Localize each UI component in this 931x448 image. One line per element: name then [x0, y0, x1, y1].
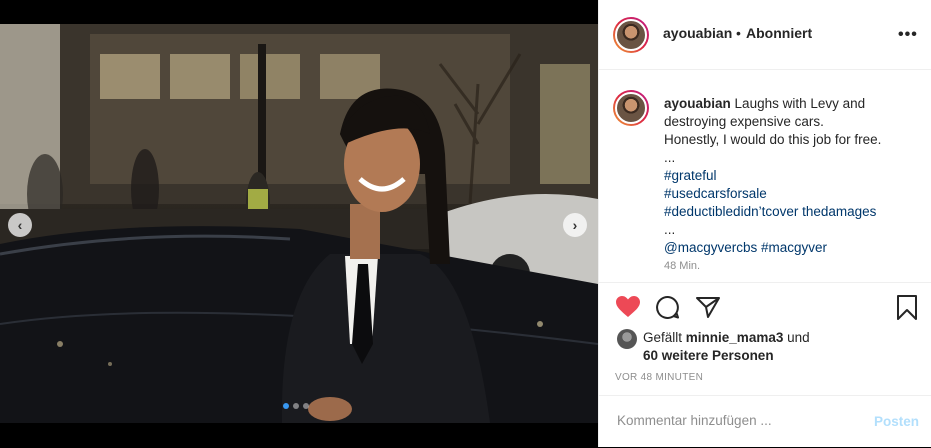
heart-filled-icon[interactable]	[615, 295, 641, 324]
caption-username[interactable]: ayouabian	[664, 96, 731, 111]
author-username[interactable]: ayouabian	[663, 25, 732, 41]
avatar-image	[615, 92, 647, 124]
follow-status[interactable]: Abonniert	[746, 25, 812, 41]
post-header: ayouabian • Abonniert •••	[599, 0, 931, 70]
post-actions: Gefällt minnie_mama3 und 60 weitere Pers…	[599, 282, 931, 447]
header-separator: •	[736, 25, 741, 41]
comment-form: Posten	[599, 395, 931, 448]
likes-prefix: Gefällt	[643, 330, 683, 345]
carousel-prev-button[interactable]: ‹	[8, 213, 32, 237]
author-avatar[interactable]	[613, 17, 649, 53]
caption-line: Honestly, I would do this job for free.	[664, 132, 882, 147]
caption-section: ayouabian Laughs with Levy and destroyin…	[599, 70, 931, 282]
post-timestamp: VOR 48 MINUTEN	[615, 372, 704, 383]
carousel-dot	[283, 403, 289, 409]
caption-timestamp: 48 Min.	[664, 260, 701, 272]
bookmark-icon[interactable]	[896, 295, 918, 326]
carousel-dot	[303, 403, 309, 409]
liker-avatar[interactable]	[617, 329, 637, 349]
paper-plane-icon[interactable]	[695, 295, 721, 324]
caption-text: ayouabian Laughs with Levy and destroyin…	[664, 95, 919, 275]
post-comment-button[interactable]: Posten	[874, 414, 919, 429]
comment-input[interactable]	[615, 412, 859, 429]
post-photo[interactable]	[0, 24, 598, 423]
chevron-right-icon: ›	[572, 217, 578, 233]
photo-illustration	[0, 24, 598, 423]
likes-connector: und	[787, 330, 810, 345]
likes-others-link[interactable]: 60 weitere Personen	[643, 348, 774, 363]
caption-line: ...	[664, 222, 676, 237]
carousel-indicator	[283, 403, 309, 409]
chevron-left-icon: ‹	[17, 217, 23, 233]
avatar-image	[615, 19, 647, 51]
liker-username[interactable]: minnie_mama3	[686, 330, 784, 345]
post-side-panel: ayouabian • Abonniert ••• ayouabian Laug…	[598, 0, 931, 447]
likes-text: Gefällt minnie_mama3 und 60 weitere Pers…	[643, 329, 913, 365]
mention-link[interactable]: @macgyvercbs #macgyver	[664, 239, 919, 257]
hashtag-link[interactable]: #grateful	[664, 167, 919, 185]
comment-icon[interactable]	[655, 295, 681, 324]
carousel-dot	[293, 403, 299, 409]
post-media: ‹ ›	[0, 0, 598, 447]
hashtag-link[interactable]: #usedcarsforsale	[664, 185, 919, 203]
caption-line: ...	[664, 150, 676, 165]
hashtag-link[interactable]: #deductibledidn’tcover thedamages	[664, 203, 919, 221]
carousel-next-button[interactable]: ›	[563, 213, 587, 237]
caption-avatar[interactable]	[613, 90, 649, 126]
more-horizontal-icon[interactable]: •••	[898, 26, 918, 44]
